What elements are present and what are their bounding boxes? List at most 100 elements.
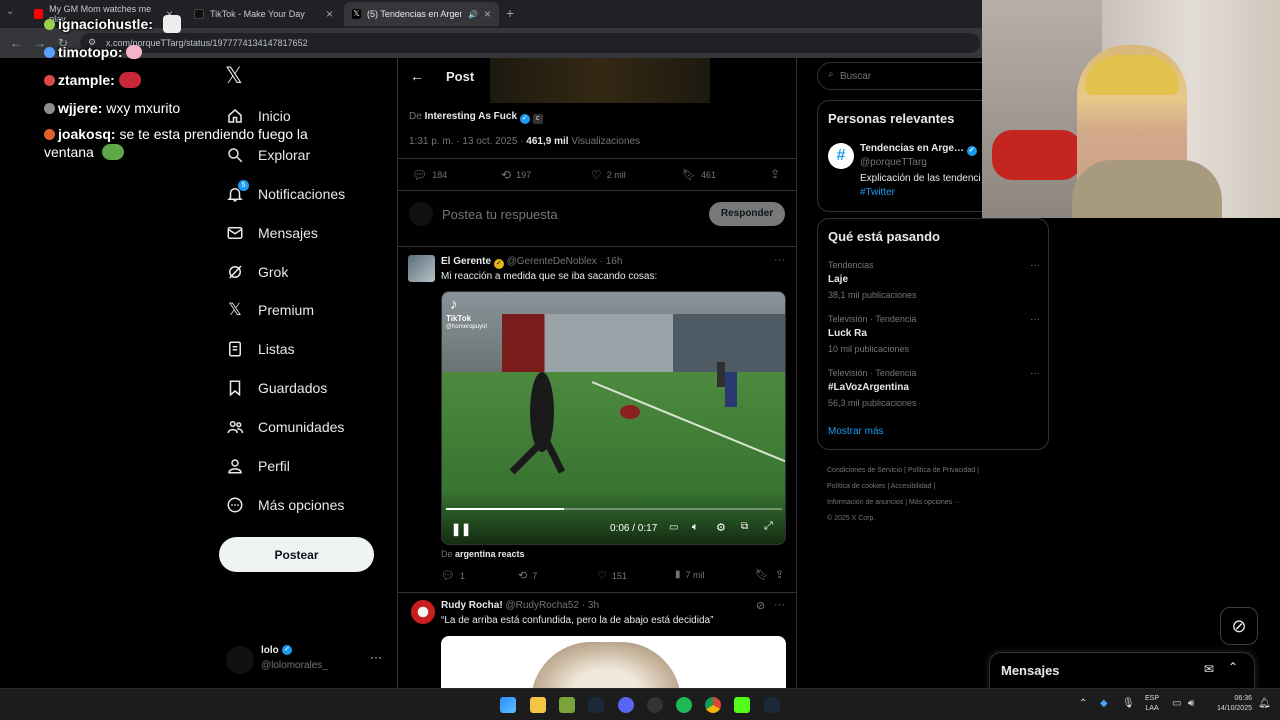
avatar[interactable] xyxy=(411,600,435,624)
tray-app-icon[interactable]: ◆ xyxy=(1100,698,1108,709)
more-icon[interactable]: ··· xyxy=(1030,260,1040,271)
expand-icon[interactable]: ⌃ xyxy=(1228,660,1238,674)
volume-icon[interactable]: 🔈︎ xyxy=(692,521,699,534)
tray-chevron-icon[interactable]: ⌃ xyxy=(1079,698,1087,709)
reply-button[interactable]: Responder xyxy=(709,202,785,226)
nav-item-inicio[interactable]: Inicio xyxy=(226,107,291,125)
views-action[interactable]: ▮ 7 mil xyxy=(675,569,705,580)
nav-item-guardados[interactable]: Guardados xyxy=(226,379,327,397)
grok-float-button[interactable]: ⊘ xyxy=(1220,607,1258,645)
close-icon[interactable]: × xyxy=(326,7,333,21)
steam-icon[interactable] xyxy=(588,697,604,713)
minecraft-icon[interactable] xyxy=(559,697,575,713)
video-progress-track[interactable] xyxy=(446,508,782,510)
share-icon[interactable]: ⇪ xyxy=(775,568,784,581)
avatar[interactable] xyxy=(408,255,435,282)
tab-x-active[interactable]: 𝕏 (5) Tendencias en Argentina 🔊 × xyxy=(344,2,499,26)
like-action[interactable]: ♡ 151 xyxy=(597,569,627,582)
post-image[interactable] xyxy=(441,636,786,688)
settings-icon[interactable]: ⚙ xyxy=(716,521,726,534)
chrome-icon[interactable] xyxy=(705,697,721,713)
account-switcher[interactable]: lolo ✓ @lolomorales_ ··· xyxy=(226,644,396,674)
repost-action[interactable]: ⟲ 197 xyxy=(501,168,531,182)
more-icon[interactable]: ··· xyxy=(774,254,785,266)
nav-item-mas-opciones[interactable]: Más opciones xyxy=(226,496,344,514)
source-name[interactable]: argentina reacts xyxy=(455,549,525,559)
start-icon[interactable] xyxy=(500,697,516,713)
author-name[interactable]: El Gerente xyxy=(441,256,491,267)
share-icon[interactable]: ⇪ xyxy=(770,167,780,181)
post-button[interactable]: Postear xyxy=(219,537,374,572)
notification-bell-icon[interactable]: 🔔︎ xyxy=(1258,698,1271,709)
reply-input[interactable]: Postea tu respuesta xyxy=(442,207,558,222)
repost-action[interactable]: ⟲ 7 xyxy=(518,569,537,582)
nav-item-comunidades[interactable]: Comunidades xyxy=(226,418,344,436)
pause-icon[interactable]: ❚❚ xyxy=(451,522,471,536)
nav-item-premium[interactable]: 𝕏 Premium xyxy=(226,300,314,319)
footer-link[interactable]: Más opciones ··· xyxy=(909,499,961,506)
reply-action[interactable]: 💬︎ 1 xyxy=(441,569,465,582)
back-icon[interactable]: ← xyxy=(10,36,22,50)
like-action[interactable]: ♡ 2 mil xyxy=(591,168,626,182)
more-icon[interactable]: ··· xyxy=(774,599,785,611)
grok-icon[interactable]: ⊘ xyxy=(756,599,765,612)
pip-icon[interactable]: ⧉ xyxy=(741,521,748,532)
trend-item[interactable]: Televisión · Tendencia #LaVozArgentina 5… xyxy=(828,368,1040,408)
show-more-link[interactable]: Mostrar más xyxy=(828,426,884,437)
nav-item-notificaciones[interactable]: 5 Notificaciones xyxy=(226,180,345,203)
discord-icon[interactable] xyxy=(618,697,634,713)
nav-item-grok[interactable]: Grok xyxy=(226,263,288,281)
more-icon[interactable]: ··· xyxy=(370,650,382,664)
relevant-name-row[interactable]: Tendencias en Arge… ✓ xyxy=(860,143,977,156)
fullscreen-icon[interactable]: ⤢ xyxy=(764,520,773,533)
kick-icon[interactable] xyxy=(734,697,750,713)
audio-icon[interactable]: 🔊 xyxy=(468,10,478,19)
list-icon xyxy=(226,340,244,358)
footer-link[interactable]: Información de anuncios xyxy=(827,499,903,506)
nav-item-perfil[interactable]: Perfil xyxy=(226,457,290,475)
captions-icon[interactable]: ▭ xyxy=(669,522,678,533)
close-icon[interactable]: × xyxy=(484,7,491,21)
back-arrow-icon[interactable]: ← xyxy=(410,68,424,84)
more-icon[interactable]: ··· xyxy=(1030,368,1040,379)
relevant-hashtag[interactable]: #Twitter xyxy=(860,187,895,198)
footer-link[interactable]: Condiciones de Servicio xyxy=(827,467,902,474)
new-message-icon[interactable]: ✉ xyxy=(1204,662,1214,676)
footer-link[interactable]: Política de Privacidad xyxy=(908,467,975,474)
bookmark-icon[interactable]: 🔖︎ xyxy=(755,568,769,581)
nav-item-listas[interactable]: Listas xyxy=(226,340,295,358)
obs-icon[interactable] xyxy=(647,697,663,713)
more-icon[interactable]: ··· xyxy=(1030,314,1040,325)
author-handle[interactable]: @GerenteDeNoblex xyxy=(507,256,597,267)
trend-item[interactable]: Televisión · Tendencia Luck Ra 10 mil pu… xyxy=(828,314,1040,354)
footer-link[interactable]: Política de cookies xyxy=(827,483,885,490)
reply-action[interactable]: 💬︎ 184 xyxy=(412,168,447,182)
bookmark-action[interactable]: 🔖︎ 461 xyxy=(682,168,716,181)
microphone-icon[interactable]: 🎙︎ xyxy=(1122,698,1135,709)
tab-list-button[interactable]: ⌄ xyxy=(6,6,14,17)
trend-item[interactable]: Tendencias Laje 38,1 mil publicaciones ·… xyxy=(828,260,1040,300)
messages-drawer[interactable]: Mensajes ✉ ⌃ xyxy=(989,652,1255,688)
footer-link[interactable]: Accesibilidad xyxy=(891,483,932,490)
author-name[interactable]: Rudy Rocha! xyxy=(441,600,503,611)
network-icon[interactable]: ▭ xyxy=(1172,698,1181,709)
clock[interactable]: 06:36 14/10/2025 xyxy=(1208,694,1252,714)
nav-label: Perfil xyxy=(258,458,290,474)
spotify-icon[interactable] xyxy=(676,697,692,713)
nav-item-explorar[interactable]: Explorar xyxy=(226,146,310,164)
file-explorer-icon[interactable] xyxy=(530,697,546,713)
volume-icon[interactable]: 🔊︎ xyxy=(1188,698,1194,709)
steam-icon[interactable] xyxy=(764,697,780,713)
url-field[interactable]: ⚙ x.com/porqueTTarg/status/1977774134147… xyxy=(80,33,980,53)
new-tab-button[interactable]: + xyxy=(506,5,514,21)
source-name[interactable]: Interesting As Fuck xyxy=(425,111,517,122)
tab-tiktok[interactable]: TikTok - Make Your Day × xyxy=(186,2,341,26)
video-player[interactable]: ♪ TikTok @homeropuyol ❚❚ 0:06 / 0:17 ▭ 🔈… xyxy=(441,291,786,545)
post-text: “La de arriba está confundida, pero la d… xyxy=(441,615,714,626)
search-input[interactable]: ⌕ Buscar xyxy=(817,62,997,90)
nav-item-mensajes[interactable]: Mensajes xyxy=(226,224,318,242)
author-handle[interactable]: @RudyRocha52 xyxy=(505,600,579,611)
language-indicator[interactable]: ESP LAA xyxy=(1145,694,1159,714)
hashtag-avatar-icon[interactable]: # xyxy=(828,143,854,169)
x-logo-icon[interactable]: 𝕏 xyxy=(225,64,243,89)
